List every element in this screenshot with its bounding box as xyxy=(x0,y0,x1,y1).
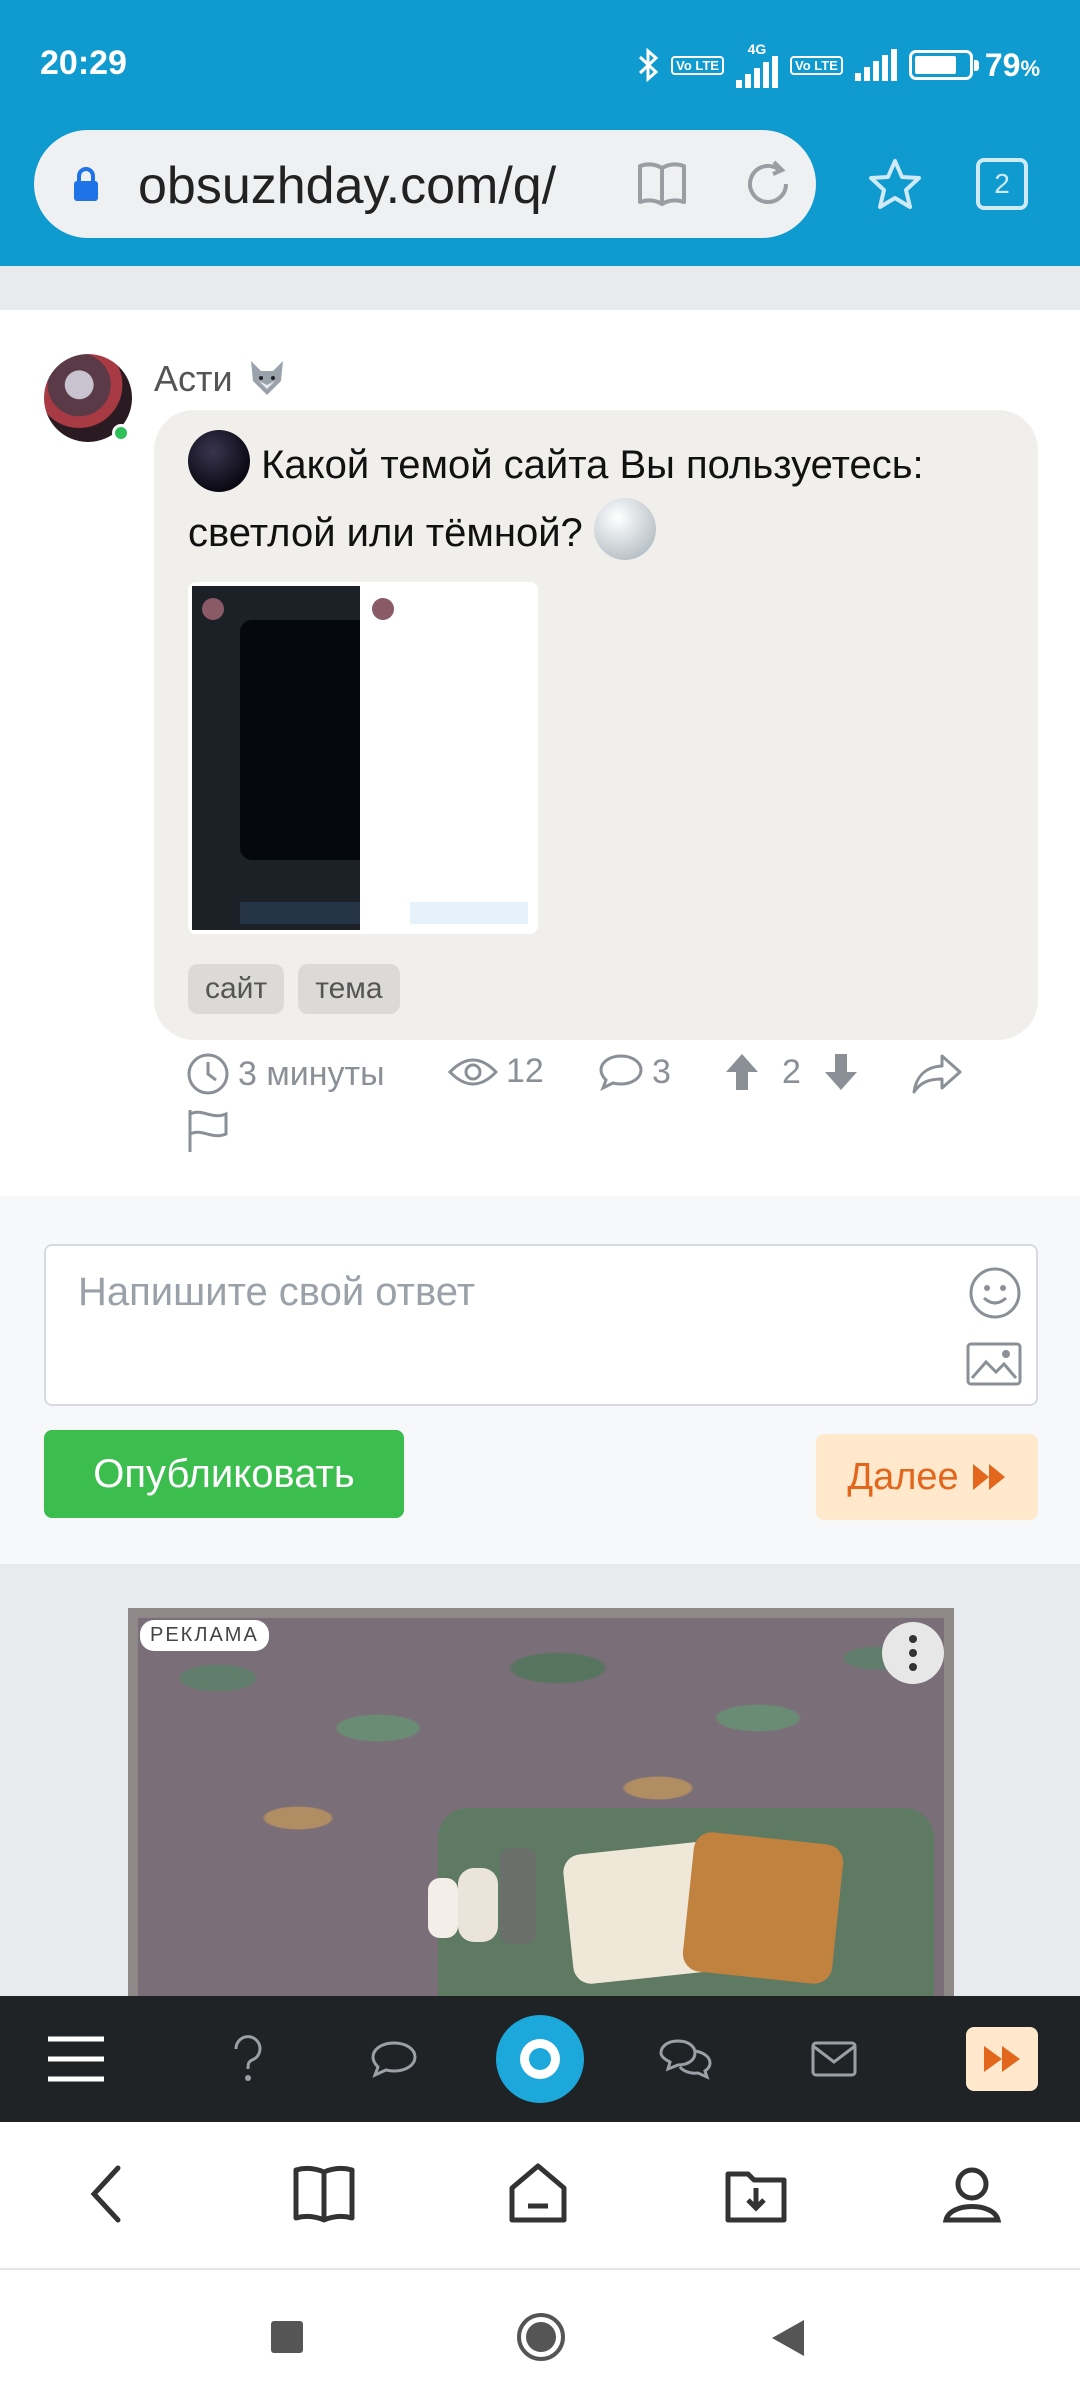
question-mark-icon xyxy=(234,2035,262,2081)
question-bubble[interactable]: Какой темой сайта Вы пользуетесь: светло… xyxy=(154,410,1038,1040)
browser-toolbar xyxy=(0,2122,1080,2270)
publish-button[interactable]: Опубликовать xyxy=(44,1430,404,1518)
volte-2-icon: Vo LTE xyxy=(789,55,843,75)
system-home-button[interactable] xyxy=(516,2312,566,2367)
answer-placeholder: Напишите свой ответ xyxy=(78,1270,476,1314)
bookmark-star-icon[interactable] xyxy=(866,156,924,214)
book-icon xyxy=(293,2165,355,2223)
envelope-icon xyxy=(811,2041,857,2077)
question-title: Какой темой сайта Вы пользуетесь: светло… xyxy=(188,430,1008,566)
light-circle-icon xyxy=(593,498,656,560)
discussions-button[interactable] xyxy=(658,1996,714,2122)
ad-menu-button[interactable] xyxy=(882,1622,944,1684)
site-logo-button[interactable] xyxy=(494,1996,586,2122)
next-button[interactable]: Далее xyxy=(816,1434,1038,1520)
system-back-button[interactable] xyxy=(770,2318,806,2363)
dark-theme-preview xyxy=(192,586,364,930)
messages-button[interactable] xyxy=(808,1996,860,2122)
chat-bubble-icon xyxy=(371,2041,417,2078)
home-icon xyxy=(509,2163,567,2223)
url-bar[interactable]: obsuzhday.com/q/ xyxy=(34,130,816,238)
answer-input[interactable]: Напишите свой ответ xyxy=(44,1244,1038,1406)
signal-1-icon: 4G xyxy=(735,41,778,88)
clock-icon xyxy=(187,1053,229,1095)
url-text[interactable]: obsuzhday.com/q/ xyxy=(138,156,618,216)
profile-icon xyxy=(942,2167,1002,2223)
fast-forward-icon xyxy=(984,2046,1020,2072)
share-icon xyxy=(912,1054,962,1094)
profile-button[interactable] xyxy=(940,2162,1004,2231)
next-question-nav-button[interactable] xyxy=(966,1996,1038,2122)
comments-count[interactable]: 3 xyxy=(598,1052,671,1092)
download-folder-icon xyxy=(725,2171,787,2223)
back-arrow-icon xyxy=(90,2165,121,2223)
recents-button[interactable] xyxy=(270,2320,304,2359)
ad-label: РЕКЛАМА xyxy=(140,1620,269,1651)
eye-icon xyxy=(448,1058,498,1085)
question-image[interactable] xyxy=(188,582,538,934)
question-meta: 3 минуты 12 3 2 xyxy=(186,1052,986,1102)
report-flag-icon[interactable] xyxy=(186,1108,232,1154)
rating: 2 xyxy=(724,1052,859,1092)
network-type-label: 4G xyxy=(747,41,767,57)
square-icon xyxy=(271,2321,303,2353)
views-count: 12 xyxy=(448,1052,544,1091)
lock-icon xyxy=(74,167,98,201)
tabs-count-button[interactable]: 2 xyxy=(976,158,1028,210)
status-time: 20:29 xyxy=(40,44,127,82)
content-top-gap xyxy=(0,266,1080,310)
emoji-icon[interactable] xyxy=(968,1266,1022,1320)
tag-theme[interactable]: тема xyxy=(298,964,400,1014)
battery-percent: 79% xyxy=(984,46,1040,83)
status-icons: Vo LTE 4G Vo LTE 79% xyxy=(637,42,1040,88)
back-button[interactable] xyxy=(86,2162,126,2231)
volte-icon: Vo LTE xyxy=(671,55,724,75)
circle-icon xyxy=(517,2313,565,2361)
tag-site[interactable]: сайт xyxy=(188,964,285,1014)
site-bottom-nav xyxy=(0,1996,1080,2122)
battery-icon xyxy=(908,50,979,80)
discussions-icon xyxy=(659,2039,712,2080)
tag-list: сайт тема xyxy=(188,964,400,1014)
comment-icon xyxy=(599,1054,643,1092)
upvote-arrow-icon[interactable] xyxy=(724,1052,760,1092)
signal-2-icon xyxy=(854,49,897,81)
system-nav-bar xyxy=(0,2270,1080,2400)
reload-icon[interactable] xyxy=(740,156,796,212)
downloads-button[interactable] xyxy=(724,2162,788,2231)
fast-forward-icon xyxy=(972,1464,1005,1490)
light-theme-preview xyxy=(360,586,534,930)
status-bar: 20:29 Vo LTE 4G Vo LTE 79% xyxy=(0,0,1080,120)
reader-mode-icon[interactable] xyxy=(634,156,690,212)
site-logo-icon xyxy=(496,2015,584,2103)
share-button[interactable] xyxy=(910,1052,964,1094)
menu-button[interactable] xyxy=(44,1996,108,2122)
bookmarks-button[interactable] xyxy=(292,2162,356,2231)
wolf-emoji-icon xyxy=(250,361,283,395)
advertisement[interactable]: РЕКЛАМА xyxy=(128,1608,954,1996)
downvote-arrow-icon[interactable] xyxy=(823,1052,859,1092)
time-ago: 3 минуты xyxy=(186,1052,385,1096)
comments-nav-button[interactable] xyxy=(368,1996,420,2122)
online-status-dot xyxy=(112,424,130,442)
ask-question-button[interactable] xyxy=(222,1996,274,2122)
author-name[interactable]: Асти xyxy=(154,358,287,400)
triangle-back-icon xyxy=(772,2320,804,2356)
image-upload-icon[interactable] xyxy=(966,1342,1022,1386)
dark-circle-icon xyxy=(188,430,250,492)
browser-top-bar: 20:29 Vo LTE 4G Vo LTE 79% obsuzhday.com… xyxy=(0,0,1080,266)
home-button[interactable] xyxy=(506,2162,570,2231)
hamburger-icon xyxy=(48,2036,104,2082)
bluetooth-icon xyxy=(639,48,659,82)
